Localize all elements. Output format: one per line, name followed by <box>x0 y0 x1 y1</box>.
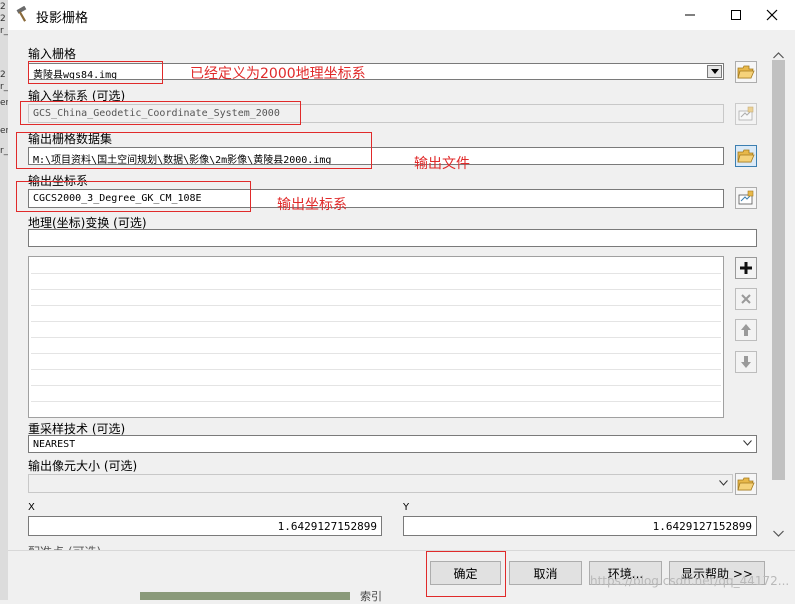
browse-cell-size-button[interactable] <box>735 473 757 495</box>
browse-input-button[interactable] <box>735 61 757 83</box>
list-row <box>31 321 721 322</box>
minimize-icon <box>685 14 695 16</box>
highlight-box <box>426 551 506 597</box>
folder-open-icon <box>737 149 755 163</box>
folder-open-icon <box>737 477 755 491</box>
x-input[interactable]: 1.6429127152899 <box>28 516 382 536</box>
x-icon <box>741 294 751 304</box>
chevron-down-icon <box>773 530 784 537</box>
watermark: https://blog.csdn.net/qq_44172... <box>590 574 790 588</box>
chevron-down-icon <box>719 480 728 486</box>
background-map-thumbnail <box>140 592 350 600</box>
x-label: X <box>28 502 35 513</box>
highlight-box <box>16 132 372 169</box>
close-button[interactable] <box>749 0 795 30</box>
y-input[interactable]: 1.6429127152899 <box>403 516 757 536</box>
registration-point-label: 配准点 (可选) <box>28 543 101 550</box>
title-bar[interactable]: 投影栅格 <box>8 0 795 30</box>
plus-icon <box>740 262 752 274</box>
list-row <box>31 289 721 290</box>
background-text: r_ <box>0 82 9 92</box>
scrollbar-thumb[interactable] <box>772 60 785 480</box>
scroll-down-arrow[interactable] <box>773 526 784 540</box>
arrow-down-icon <box>741 356 751 368</box>
background-text: 2 <box>0 14 6 24</box>
background-text: 2 <box>0 70 6 80</box>
close-icon <box>766 9 778 21</box>
background-text: 索引 <box>360 590 382 603</box>
chevron-up-icon <box>773 52 784 59</box>
transform-list[interactable] <box>28 256 724 418</box>
y-value: 1.6429127152899 <box>652 520 752 533</box>
annotation-input-crs: 已经定义为2000地理坐标系 <box>190 66 366 82</box>
maximize-icon <box>731 10 741 20</box>
resampling-value: NEAREST <box>33 439 76 450</box>
move-up-button[interactable] <box>735 319 757 341</box>
crs-properties-icon <box>738 106 754 121</box>
arrow-up-icon <box>741 324 751 336</box>
input-raster-label: 输入栅格 <box>28 47 77 61</box>
input-crs-properties-button[interactable] <box>735 103 757 125</box>
list-row <box>31 385 721 386</box>
crs-properties-icon <box>738 190 754 205</box>
chevron-down-icon <box>710 69 719 74</box>
x-value: 1.6429127152899 <box>277 520 377 533</box>
annotation-output-crs: 输出坐标系 <box>277 197 347 213</box>
background-text: 2 <box>0 2 6 12</box>
browse-output-button[interactable] <box>735 145 757 167</box>
list-row <box>31 401 721 402</box>
highlight-box <box>28 61 163 84</box>
list-row <box>31 369 721 370</box>
add-transform-button[interactable] <box>735 257 757 279</box>
minimize-button[interactable] <box>667 0 713 30</box>
list-row <box>31 353 721 354</box>
geo-transform-input[interactable] <box>28 229 757 247</box>
window-title: 投影栅格 <box>36 11 89 26</box>
y-label: Y <box>403 502 410 513</box>
chevron-down-icon <box>743 440 752 446</box>
folder-open-icon <box>737 65 755 79</box>
dropdown-button[interactable] <box>707 65 722 78</box>
list-row <box>31 273 721 274</box>
hammer-icon <box>14 5 32 24</box>
cell-size-label: 输出像元大小 (可选) <box>28 459 138 473</box>
background-text: r_ <box>0 146 9 156</box>
background-text: r_ <box>0 26 9 36</box>
highlight-box <box>20 101 301 125</box>
list-row <box>31 337 721 338</box>
output-crs-properties-button[interactable] <box>735 187 757 209</box>
cell-size-select[interactable] <box>28 474 733 493</box>
move-down-button[interactable] <box>735 351 757 373</box>
list-row <box>31 305 721 306</box>
annotation-output-file: 输出文件 <box>414 156 470 172</box>
cancel-button[interactable]: 取消 <box>509 561 582 585</box>
highlight-box <box>16 181 251 212</box>
resampling-select[interactable]: NEAREST <box>28 435 757 453</box>
remove-transform-button[interactable] <box>735 288 757 310</box>
